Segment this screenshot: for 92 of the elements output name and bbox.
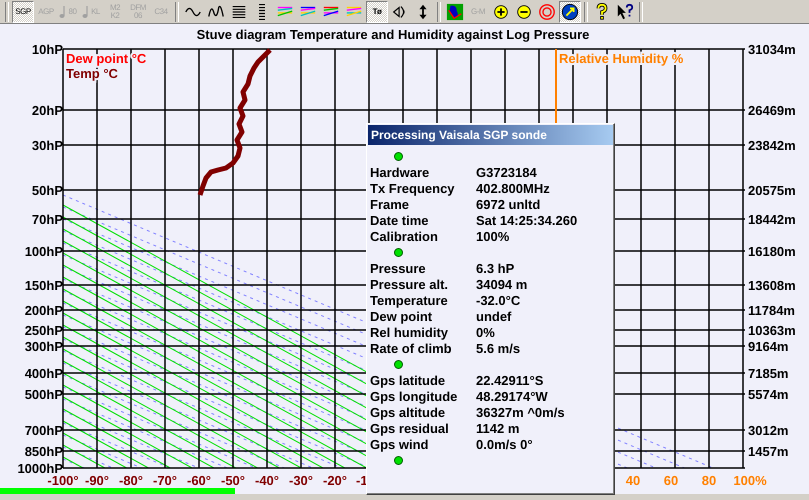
field-label: Date time <box>370 212 430 228</box>
temperature-label: -90° <box>85 473 109 488</box>
pressure-label: 150hP <box>24 278 63 293</box>
pressure-label: 10hP <box>32 42 63 57</box>
temperature-label: -30° <box>289 473 313 488</box>
compass-icon <box>561 2 579 20</box>
temperature-label: -40° <box>255 473 279 488</box>
pressure-label: 20hP <box>32 103 63 118</box>
pressure-label: 500hP <box>24 387 63 402</box>
field-label: Pressure alt. <box>370 276 450 292</box>
field-label: Hardware <box>370 164 430 180</box>
field-label: Tx Frequency <box>370 180 456 196</box>
field-label: Gps residual <box>370 420 450 436</box>
altitude-label: 20575m <box>748 183 796 198</box>
pressure-label: 50hP <box>32 183 63 198</box>
temperature-label: -100° <box>47 473 79 488</box>
music-note-icon <box>82 4 89 18</box>
chart-title: Stuve diagram Temperature and Humidity against Log Pressure <box>196 27 590 42</box>
field-value: 1142 m <box>476 420 520 436</box>
pointer-help-icon <box>616 2 634 20</box>
temperature-label: -20° <box>323 473 347 488</box>
temperature-label: -80° <box>119 473 143 488</box>
field-value: -32.0°C <box>476 292 522 308</box>
field-label: Rel humidity <box>370 324 450 340</box>
field-value: G3723184 <box>476 164 538 180</box>
altitude-label: 11784m <box>748 303 795 318</box>
pressure-label: 200hP <box>24 303 63 318</box>
field-value: 0.0m/s 0° <box>476 436 534 452</box>
temperature-label: -50° <box>221 473 245 488</box>
humidity-label: 100% <box>733 473 767 488</box>
altitude-label: 16180m <box>748 244 796 259</box>
field-value: 100% <box>476 228 510 244</box>
target-icon <box>538 2 556 20</box>
field-label: Dew point <box>370 308 434 324</box>
field-label: Gps altitude <box>370 404 446 420</box>
zoom-out-icon <box>515 2 533 20</box>
field-label: Gps latitude <box>370 372 446 388</box>
pressure-label: 250hP <box>24 323 63 338</box>
toolbar-button[interactable]: Tø <box>366 0 388 22</box>
field-value: 402.800MHz <box>476 180 551 196</box>
pressure-label: 700hP <box>24 423 63 438</box>
field-value: 6972 unltd <box>476 196 542 212</box>
music-note-icon <box>59 4 66 18</box>
altitude-label: 18442m <box>748 212 796 227</box>
altitude-label: 26469m <box>748 103 796 118</box>
altitude-label: 13608m <box>748 278 796 293</box>
compass-button[interactable] <box>559 0 581 22</box>
field-label: Rate of climb <box>370 340 453 356</box>
field-label: Frame <box>370 196 410 212</box>
field-label: Gps wind <box>370 436 430 452</box>
field-value: 36327m ^0m/s <box>476 404 566 420</box>
humidity-label: 80 <box>702 473 716 488</box>
window-title: Processing Vaisala SGP sonde <box>368 125 613 145</box>
temperature-label: -70° <box>153 473 177 488</box>
status-dot <box>394 456 403 464</box>
pressure-label: 400hP <box>24 366 63 381</box>
field-label: Pressure <box>370 260 427 276</box>
field-label: Gps longitude <box>370 388 458 404</box>
field-value: 6.3 hP <box>476 260 516 276</box>
altitude-label: 23842m <box>748 138 796 153</box>
pressure-label: 70hP <box>32 212 63 227</box>
field-value: 48.29174°W <box>476 388 549 404</box>
pressure-label: 300hP <box>24 339 63 354</box>
temperature-label: -60° <box>187 473 211 488</box>
altitude-label: 1457m <box>748 444 788 459</box>
map-icon <box>446 2 464 20</box>
field-value: 5.6 m/s <box>476 340 522 356</box>
altitude-label: 10363m <box>748 323 796 338</box>
zoom-in-icon <box>492 2 510 20</box>
altitude-label: 5574m <box>748 387 788 402</box>
pressure-label: 1000hP <box>17 461 63 476</box>
status-dot <box>394 248 403 256</box>
altitude-label: 7185m <box>748 366 788 381</box>
field-label: Calibration <box>370 228 439 244</box>
field-value: 0% <box>476 324 496 340</box>
status-dot <box>394 360 403 368</box>
field-value: 34094 m <box>476 276 528 292</box>
pressure-label: 30hP <box>32 138 63 153</box>
dashes-icon <box>259 4 265 20</box>
field-value: 22.42911°S <box>476 372 544 388</box>
pressure-label: 100hP <box>24 244 63 259</box>
humidity-label: 60 <box>664 473 678 488</box>
humidity-label: 40 <box>626 473 640 488</box>
altitude-label: 3012m <box>748 423 788 438</box>
field-label: Temperature <box>370 292 449 308</box>
field-value: undef <box>476 308 512 324</box>
status-dot <box>394 152 403 160</box>
toolbar-button[interactable]: SGP <box>12 0 34 22</box>
altitude-label: 9164m <box>748 339 788 354</box>
field-value: Sat 14:25:34.260 <box>476 212 578 228</box>
altitude-label: 31034m <box>748 42 796 57</box>
pressure-label: 850hP <box>24 444 63 459</box>
